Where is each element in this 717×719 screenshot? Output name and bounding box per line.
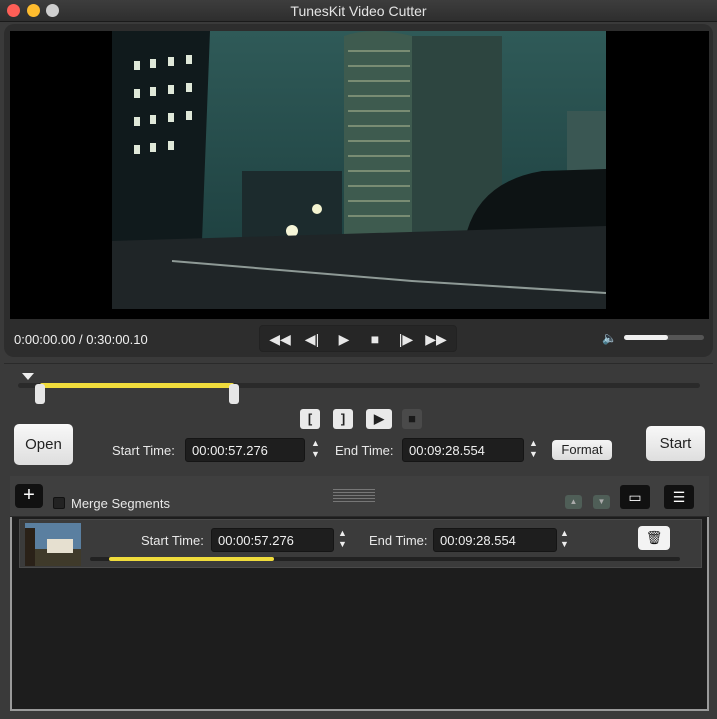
start-button[interactable]: Start (646, 426, 705, 461)
segment-start-time-field[interactable]: 00:00:57.276 (211, 528, 334, 552)
add-segment-button[interactable]: + (15, 484, 43, 508)
app-window: TunesKit Video Cutter 0:00:00.00 / 0:30:… (0, 0, 717, 719)
move-down-icon[interactable]: ▼ (593, 495, 610, 509)
delete-segment-icon[interactable]: 🗑 (638, 526, 670, 550)
merge-segments-checkbox[interactable] (53, 497, 65, 509)
segment-start-time-label: Start Time: (141, 533, 204, 548)
end-time-stepper[interactable]: ▲ ▼ (526, 438, 541, 462)
segment-end-time-stepper[interactable]: ▲ ▼ (557, 528, 572, 552)
play-icon[interactable]: ▶ (332, 330, 356, 349)
video-frame (112, 31, 606, 309)
selection-range (39, 383, 234, 388)
first-frame-icon[interactable]: ◀◀ (268, 330, 292, 349)
playhead-marker[interactable] (22, 373, 34, 380)
window-title: TunesKit Video Cutter (290, 3, 427, 19)
start-time-label: Start Time: (112, 443, 175, 458)
next-frame-icon[interactable]: |▶ (394, 330, 418, 349)
segment-row[interactable]: Start Time: 00:00:57.276 ▲ ▼ End Time: 00… (19, 519, 702, 568)
volume-slider[interactable] (624, 335, 704, 340)
open-button[interactable]: Open (14, 424, 73, 465)
stop-icon[interactable]: ■ (363, 330, 387, 349)
move-up-icon[interactable]: ▲ (565, 495, 582, 509)
title-bar: TunesKit Video Cutter (0, 0, 717, 22)
set-end-marker-icon[interactable]: ] (333, 409, 353, 429)
segment-progress-track (90, 557, 680, 561)
previous-frame-icon[interactable]: ◀| (300, 330, 324, 349)
cutter-panel: [ ] ▶ ■ Open Start Time: 00:00:57.276 ▲ ▼… (4, 363, 713, 466)
segment-toolbar: + Merge Segments ▲ ▼ ▭ ☰ (10, 476, 709, 517)
segment-thumbnail (25, 523, 81, 566)
video-player: 0:00:00.00 / 0:30:00.10 ◀◀ ◀| ▶ ■ |▶ ▶▶ … (4, 24, 713, 357)
video-screen[interactable] (10, 31, 709, 319)
end-time-label: End Time: (335, 443, 394, 458)
start-handle[interactable] (34, 384, 45, 404)
start-time-field[interactable]: 00:00:57.276 (185, 438, 305, 462)
merge-segments-label: Merge Segments (71, 496, 170, 511)
volume-fill (624, 335, 668, 340)
end-handle[interactable] (228, 384, 239, 404)
output-folder-icon[interactable]: ▭ (620, 485, 650, 509)
last-frame-icon[interactable]: ▶▶ (424, 330, 448, 349)
volume-icon: 🔈 (602, 331, 617, 345)
segment-end-time-label: End Time: (369, 533, 428, 548)
end-time-field[interactable]: 00:09:28.554 (402, 438, 524, 462)
segment-progress-fill (109, 557, 275, 561)
time-readout: 0:00:00.00 / 0:30:00.10 (14, 332, 148, 347)
segment-start-time-stepper[interactable]: ▲ ▼ (335, 528, 350, 552)
stop-preview-icon[interactable]: ■ (402, 409, 422, 429)
set-start-marker-icon[interactable]: [ (300, 409, 320, 429)
start-time-stepper[interactable]: ▲ ▼ (308, 438, 323, 462)
segment-end-time-field[interactable]: 00:09:28.554 (433, 528, 557, 552)
preview-segment-icon[interactable]: ▶ (366, 409, 392, 429)
transport-controls: ◀◀ ◀| ▶ ■ |▶ ▶▶ (259, 325, 457, 352)
format-button[interactable]: Format (552, 440, 612, 460)
resize-grip-icon[interactable] (333, 489, 375, 503)
edit-list-icon[interactable]: ☰ (664, 485, 694, 509)
